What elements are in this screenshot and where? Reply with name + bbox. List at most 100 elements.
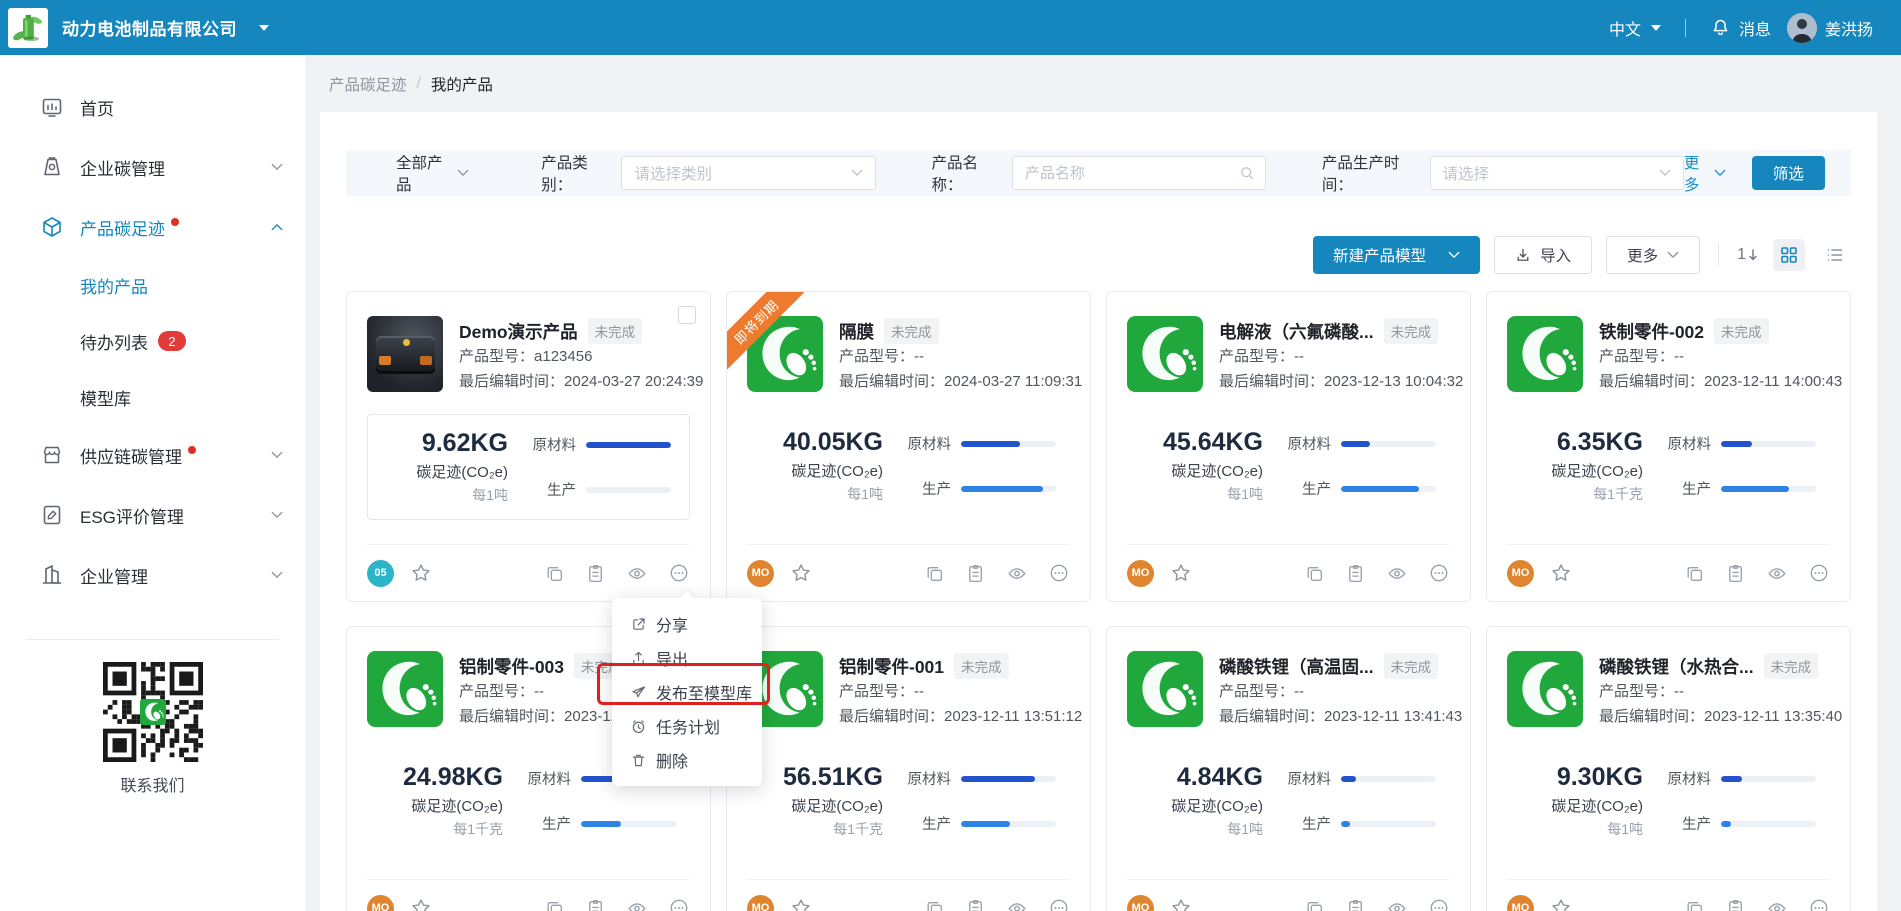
messages-button[interactable]: 消息 bbox=[1710, 16, 1771, 40]
search-icon bbox=[1239, 165, 1255, 181]
favorite-star-icon[interactable] bbox=[1170, 897, 1192, 911]
grid-view-toggle[interactable] bbox=[1773, 239, 1805, 271]
more-ellipsis-icon[interactable] bbox=[1048, 562, 1070, 584]
card-footer: MO bbox=[747, 879, 1070, 911]
import-button[interactable]: 导入 bbox=[1494, 236, 1592, 274]
favorite-star-icon[interactable] bbox=[1550, 897, 1572, 911]
more-ellipsis-icon[interactable] bbox=[1048, 897, 1070, 911]
category-placeholder: 请选择类别 bbox=[634, 162, 850, 184]
menu-item-share[interactable]: 分享 bbox=[612, 607, 762, 641]
list-view-toggle[interactable] bbox=[1819, 239, 1851, 271]
copy-icon[interactable] bbox=[544, 563, 565, 584]
report-icon[interactable] bbox=[965, 563, 986, 584]
more-ellipsis-icon[interactable] bbox=[1428, 897, 1450, 911]
copy-icon[interactable] bbox=[1304, 898, 1325, 911]
copy-icon[interactable] bbox=[1684, 898, 1705, 911]
sidebar-item-my-products[interactable]: 我的产品 bbox=[0, 257, 305, 313]
product-title: 铝制零件-001 bbox=[839, 654, 944, 679]
report-icon[interactable] bbox=[585, 898, 606, 911]
user-name: 姜洪扬 bbox=[1825, 16, 1873, 40]
product-grid: Demo演示产品 未完成 产品型号：a123456 最后编辑时间：2024-03… bbox=[346, 291, 1851, 911]
kpi-section: 9.30KG 碳足迹(CO₂e) 每1吨 原材料 生产 bbox=[1507, 749, 1830, 853]
favorite-star-icon[interactable] bbox=[410, 897, 432, 911]
sidebar-item-todo-list[interactable]: 待办列表 2 bbox=[0, 313, 305, 369]
report-icon[interactable] bbox=[585, 563, 606, 584]
products-panel: 全部产品 产品类别： 请选择类别 产品名称： bbox=[320, 112, 1877, 911]
chevron-down-icon bbox=[271, 163, 283, 171]
sidebar-item-home[interactable]: 首页 bbox=[0, 77, 305, 137]
copy-icon[interactable] bbox=[924, 898, 945, 911]
preview-eye-icon[interactable] bbox=[626, 897, 648, 911]
model-label: 产品型号： bbox=[839, 683, 914, 700]
more-actions-button[interactable]: 更多 bbox=[1606, 236, 1700, 274]
preview-eye-icon[interactable] bbox=[1006, 562, 1028, 584]
product-name-input[interactable] bbox=[1025, 165, 1239, 182]
edit-time-value: 2023-12-11 13:51:12 bbox=[944, 708, 1082, 725]
card-checkbox[interactable] bbox=[678, 306, 696, 324]
production-time-select[interactable]: 请选择 bbox=[1430, 156, 1684, 190]
new-product-model-button[interactable]: 新建产品模型 bbox=[1313, 236, 1480, 274]
menu-item-task-schedule[interactable]: 任务计划 bbox=[612, 709, 762, 743]
menu-item-export[interactable]: 导出 bbox=[612, 641, 762, 675]
more-ellipsis-icon[interactable] bbox=[1808, 897, 1830, 911]
breadcrumb-parent[interactable]: 产品碳足迹 bbox=[329, 73, 407, 95]
product-card[interactable]: 铁制零件-002 未完成 产品型号：-- 最后编辑时间：2023-12-11 1… bbox=[1486, 291, 1851, 602]
carbon-unit-label: 碳足迹(CO₂e) bbox=[753, 795, 883, 816]
more-ellipsis-icon[interactable] bbox=[668, 897, 690, 911]
more-filters-link[interactable]: 更多 bbox=[1684, 151, 1726, 195]
product-card[interactable]: 即将到期 隔膜 未完成 产品型号：-- 最后编辑时间：2024-03-27 11… bbox=[726, 291, 1091, 602]
sidebar-item-product-footprint[interactable]: 产品碳足迹 bbox=[0, 197, 305, 257]
copy-icon[interactable] bbox=[1304, 563, 1325, 584]
more-ellipsis-icon[interactable] bbox=[1808, 562, 1830, 584]
report-icon[interactable] bbox=[1725, 563, 1746, 584]
carbon-value: 9.62KG bbox=[378, 429, 508, 458]
favorite-star-icon[interactable] bbox=[790, 897, 812, 911]
product-title: Demo演示产品 bbox=[459, 319, 578, 344]
favorite-star-icon[interactable] bbox=[1170, 562, 1192, 584]
user-menu[interactable]: 姜洪扬 bbox=[1787, 13, 1873, 43]
preview-eye-icon[interactable] bbox=[626, 562, 648, 584]
company-switcher[interactable]: 动力电池制品有限公司 bbox=[0, 8, 269, 48]
product-card[interactable]: 铝制零件-001 未完成 产品型号：-- 最后编辑时间：2023-12-11 1… bbox=[726, 626, 1091, 911]
sidebar-item-esg[interactable]: ESG评价管理 bbox=[0, 485, 305, 545]
language-switcher[interactable]: 中文 bbox=[1609, 16, 1661, 40]
sidebar-item-model-library[interactable]: 模型库 bbox=[0, 369, 305, 425]
favorite-star-icon[interactable] bbox=[410, 562, 432, 584]
copy-icon[interactable] bbox=[924, 563, 945, 584]
sort-button[interactable]: 1 bbox=[1737, 246, 1759, 264]
report-icon[interactable] bbox=[1345, 563, 1366, 584]
raw-material-label: 原材料 bbox=[1659, 768, 1711, 789]
copy-icon[interactable] bbox=[544, 898, 565, 911]
menu-item-publish-to-model-library[interactable]: 发布至模型库 bbox=[612, 675, 762, 709]
sidebar-item-supply-chain[interactable]: 供应链碳管理 bbox=[0, 425, 305, 485]
preview-eye-icon[interactable] bbox=[1766, 897, 1788, 911]
sidebar-item-enterprise-admin[interactable]: 企业管理 bbox=[0, 545, 305, 605]
product-card[interactable]: 磷酸铁锂（高温固... 未完成 产品型号：-- 最后编辑时间：2023-12-1… bbox=[1106, 626, 1471, 911]
scope-dropdown[interactable]: 全部产品 bbox=[396, 151, 469, 195]
favorite-star-icon[interactable] bbox=[1550, 562, 1572, 584]
product-card[interactable]: 磷酸铁锂（水热合... 未完成 产品型号：-- 最后编辑时间：2023-12-1… bbox=[1486, 626, 1851, 911]
favorite-star-icon[interactable] bbox=[790, 562, 812, 584]
product-card[interactable]: 电解液（六氟磷酸... 未完成 产品型号：-- 最后编辑时间：2023-12-1… bbox=[1106, 291, 1471, 602]
sidebar-item-enterprise-carbon[interactable]: 企业碳管理 bbox=[0, 137, 305, 197]
category-select[interactable]: 请选择类别 bbox=[621, 156, 875, 190]
preview-eye-icon[interactable] bbox=[1766, 562, 1788, 584]
model-value: a123456 bbox=[534, 348, 592, 365]
product-photo bbox=[367, 316, 443, 392]
report-icon[interactable] bbox=[965, 898, 986, 911]
more-ellipsis-icon[interactable] bbox=[1428, 562, 1450, 584]
carbon-value: 45.64KG bbox=[1133, 428, 1263, 457]
more-ellipsis-icon[interactable] bbox=[668, 562, 690, 584]
copy-icon[interactable] bbox=[1684, 563, 1705, 584]
filter-submit-button[interactable]: 筛选 bbox=[1752, 156, 1825, 190]
per-unit-label: 每1吨 bbox=[753, 484, 883, 504]
product-card[interactable]: Demo演示产品 未完成 产品型号：a123456 最后编辑时间：2024-03… bbox=[346, 291, 711, 602]
preview-eye-icon[interactable] bbox=[1386, 897, 1408, 911]
sidebar-item-label: 产品碳足迹 bbox=[80, 215, 165, 240]
per-unit-label: 每1吨 bbox=[378, 485, 508, 505]
preview-eye-icon[interactable] bbox=[1386, 562, 1408, 584]
report-icon[interactable] bbox=[1345, 898, 1366, 911]
preview-eye-icon[interactable] bbox=[1006, 897, 1028, 911]
menu-item-delete[interactable]: 删除 bbox=[612, 743, 762, 777]
report-icon[interactable] bbox=[1725, 898, 1746, 911]
